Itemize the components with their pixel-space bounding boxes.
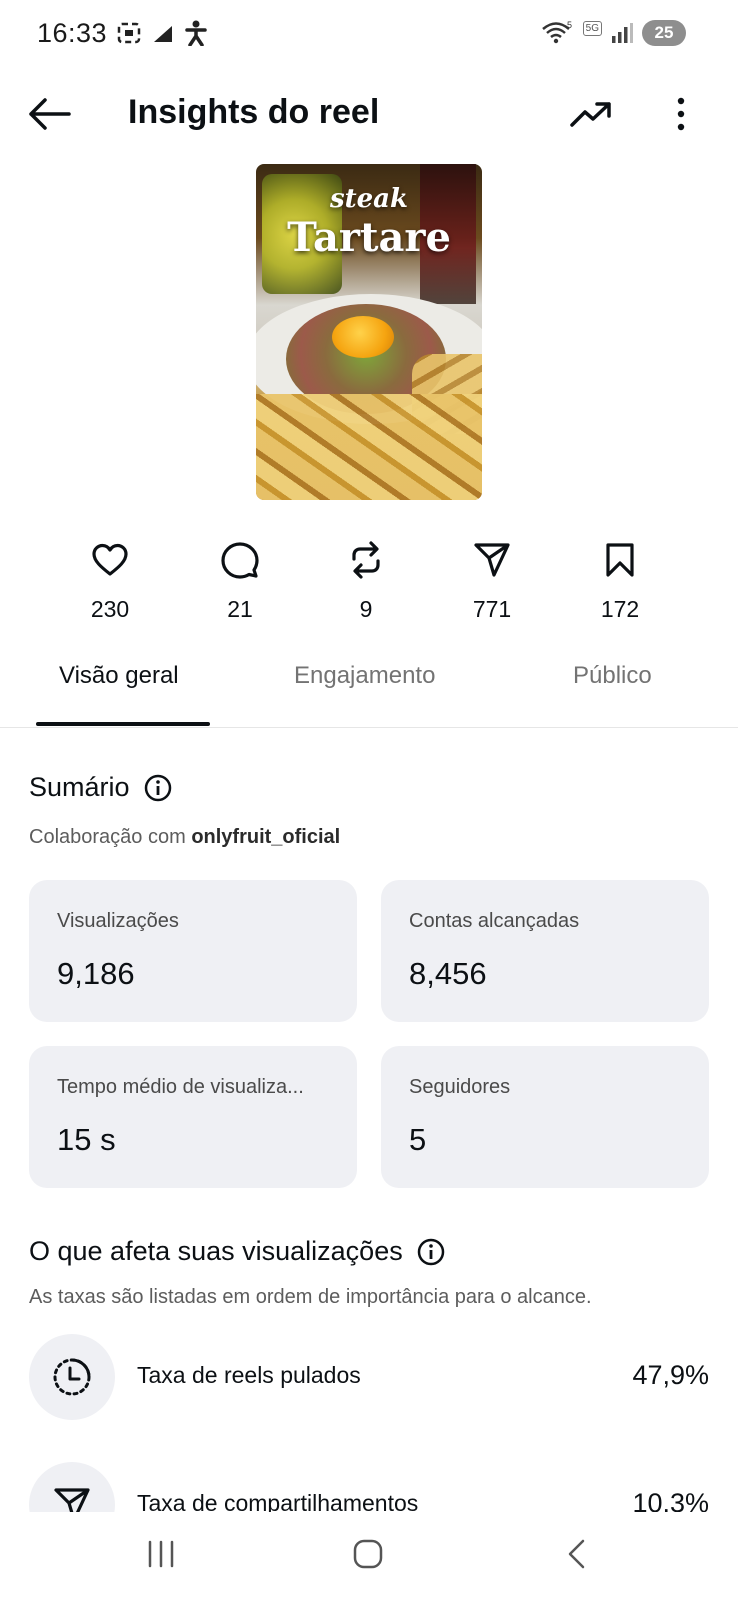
metric-value: 9,186 — [57, 956, 135, 991]
thumb-yolk — [332, 316, 394, 358]
svg-text:5: 5 — [567, 20, 572, 30]
skip-timer-icon — [53, 1358, 91, 1396]
likes-count: 230 — [90, 596, 130, 622]
page-title: Insights do reel — [128, 93, 380, 131]
metric-label: Visualizações — [57, 910, 179, 932]
more-options-button[interactable] — [656, 92, 706, 136]
metric-card-accounts-reached[interactable]: Contas alcançadas 8,456 — [381, 880, 709, 1022]
thumb-overlay-big: Tartare — [287, 214, 451, 261]
chevron-left-icon — [568, 1539, 585, 1569]
trends-button[interactable] — [566, 92, 616, 136]
info-icon[interactable] — [144, 774, 172, 802]
shares-count: 771 — [472, 596, 512, 622]
cell-signal-icon — [612, 23, 633, 43]
accessibility-icon — [185, 20, 207, 46]
affects-subtitle: As taxas são listadas em ordem de import… — [29, 1286, 592, 1308]
heart-icon — [92, 543, 128, 576]
thumb-chips — [256, 394, 482, 500]
rate-row-skip[interactable]: Taxa de reels pulados 47,9% — [29, 1334, 709, 1420]
reposts-count: 9 — [359, 596, 373, 622]
comment-icon — [221, 542, 259, 579]
summary-section-title: Sumário — [29, 772, 172, 803]
metric-card-followers[interactable]: Seguidores 5 — [381, 1046, 709, 1188]
tab-overview[interactable]: Visão geral — [59, 656, 179, 696]
metric-card-avg-watch-time[interactable]: Tempo médio de visualiza... 15 s — [29, 1046, 357, 1188]
thumb-overlay-small: steak — [329, 184, 409, 214]
collaboration-text: Colaboração com onlyfruit_oficial — [29, 826, 340, 849]
share-icon — [474, 543, 510, 577]
affects-section-title: O que afeta suas visualizações — [29, 1236, 445, 1267]
trending-up-icon — [570, 102, 611, 127]
metric-label: Contas alcançadas — [409, 910, 580, 932]
status-time: 16:33 — [37, 18, 108, 48]
wifi-icon: 5 — [541, 20, 572, 44]
metric-card-views[interactable]: Visualizações 9,186 — [29, 880, 357, 1022]
metric-value: 15 s — [57, 1122, 116, 1157]
saves-count: 172 — [600, 596, 640, 622]
signal-bars-icon — [154, 26, 172, 42]
header: Insights do reel — [0, 80, 738, 150]
screenshot-icon — [117, 22, 141, 44]
active-tab-indicator — [36, 722, 210, 726]
status-bar: 16:33 5 5G 25 — [0, 0, 738, 70]
rate-value: 47,9% — [632, 1360, 709, 1390]
info-icon[interactable] — [417, 1238, 445, 1266]
bookmark-icon — [606, 543, 634, 577]
metric-value: 8,456 — [409, 956, 487, 991]
home-icon — [353, 1539, 383, 1569]
back-button[interactable] — [24, 92, 74, 136]
system-nav-bar — [0, 1512, 738, 1600]
collab-user[interactable]: onlyfruit_oficial — [191, 826, 340, 848]
reposts-stat: 9 — [316, 540, 416, 623]
recents-button[interactable] — [131, 1532, 191, 1576]
reel-stats: 230 21 9 771 172 — [0, 540, 738, 623]
comments-stat: 21 — [190, 540, 290, 623]
home-button[interactable] — [338, 1532, 398, 1576]
status-left-icons — [116, 20, 208, 46]
network-type-badge: 5G — [582, 20, 602, 36]
tab-audience[interactable]: Público — [573, 656, 652, 696]
arrow-left-icon — [29, 98, 71, 130]
reel-thumbnail[interactable]: steak Tartare — [256, 164, 482, 500]
comments-count: 21 — [227, 596, 253, 622]
rate-label: Taxa de reels pulados — [137, 1362, 361, 1388]
status-right-icons: 5 5G 25 — [541, 20, 686, 46]
saves-stat: 172 — [570, 540, 670, 623]
repost-icon — [352, 541, 380, 579]
likes-stat: 230 — [60, 540, 160, 623]
metric-value: 5 — [409, 1122, 427, 1157]
battery-icon: 25 — [642, 20, 686, 46]
summary-title: Sumário — [29, 772, 130, 802]
system-back-button[interactable] — [546, 1532, 606, 1576]
tab-engagement[interactable]: Engajamento — [294, 656, 435, 696]
affects-title: O que afeta suas visualizações — [29, 1236, 403, 1266]
collab-prefix: Colaboração com — [29, 826, 192, 848]
rate-icon-bg — [29, 1334, 115, 1420]
insights-tabs: Visão geral Engajamento Público — [0, 648, 738, 728]
more-vertical-icon — [677, 97, 685, 131]
shares-stat: 771 — [442, 540, 542, 623]
recents-icon — [148, 1540, 174, 1568]
metric-label: Seguidores — [409, 1076, 511, 1098]
metric-label: Tempo médio de visualiza... — [57, 1076, 304, 1098]
